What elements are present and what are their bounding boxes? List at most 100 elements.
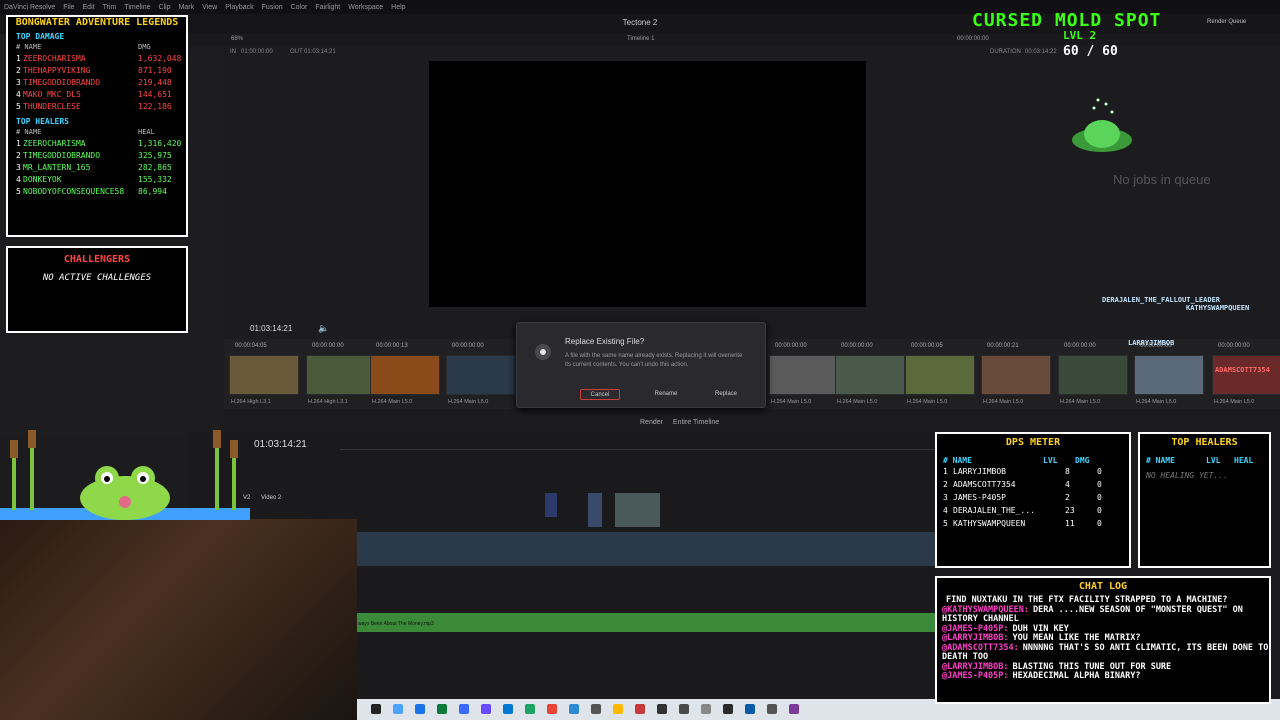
thumb-timecode: 00:00:00:05 xyxy=(911,343,943,349)
timeline-clip[interactable] xyxy=(615,493,660,527)
menu-item[interactable]: Workspace xyxy=(348,4,383,11)
taskbar-app-icon[interactable] xyxy=(679,704,689,714)
taskbar-app-icon[interactable] xyxy=(415,704,425,714)
taskbar-app-icon[interactable] xyxy=(481,704,491,714)
rank: 1 xyxy=(16,139,21,148)
taskbar-app-icon[interactable] xyxy=(701,704,711,714)
rank: 2 xyxy=(16,151,21,160)
taskbar-app-icon[interactable] xyxy=(613,704,623,714)
menu-item[interactable]: View xyxy=(202,4,217,11)
dps-name: LARRYJIMBOB xyxy=(953,467,1006,476)
taskbar-app-icon[interactable] xyxy=(393,704,403,714)
menu-item[interactable]: Mark xyxy=(179,4,195,11)
render-job-thumbnail[interactable] xyxy=(905,355,975,395)
dps-lvl: 4 xyxy=(1065,480,1070,489)
taskbar-app-icon[interactable] xyxy=(723,704,733,714)
thumb-timecode: 00:00:00:00 xyxy=(1218,343,1250,349)
timeline-ruler[interactable] xyxy=(340,440,935,450)
dps-n: 4 xyxy=(943,506,948,515)
render-job-thumbnail[interactable] xyxy=(1134,355,1204,395)
timeline-clip[interactable] xyxy=(545,493,557,517)
zoom-level[interactable]: 68% xyxy=(231,36,243,42)
chat-username: @JAMES-P405P: xyxy=(942,671,1009,681)
render-job-thumbnail[interactable] xyxy=(769,355,839,395)
boss-name: CURSED MOLD SPOT xyxy=(972,10,1162,31)
timeline-selector[interactable]: Timeline 1 xyxy=(627,36,654,42)
challengers-status: NO ACTIVE CHALLENGES xyxy=(42,273,152,283)
player-value: 219,448 xyxy=(138,78,172,87)
chat-username: @LARRYJIMBOB: xyxy=(942,633,1009,643)
render-job-thumbnail[interactable] xyxy=(1212,355,1280,395)
duration-value: 00:03:14:22 xyxy=(1025,49,1057,55)
taskbar-app-icon[interactable] xyxy=(767,704,777,714)
speaker-icon[interactable]: 🔈 xyxy=(318,323,329,334)
taskbar-app-icon[interactable] xyxy=(525,704,535,714)
menu-item[interactable]: Timeline xyxy=(124,4,150,11)
menu-item[interactable]: Help xyxy=(391,4,405,11)
player-value: 155,332 xyxy=(138,175,172,184)
render-job-thumbnail[interactable] xyxy=(981,355,1051,395)
dps-row: 5 KATHYSWAMPQUEEN 11 0 xyxy=(937,517,1129,530)
player-value: 1,316,420 xyxy=(138,139,182,148)
taskbar-app-icon[interactable] xyxy=(657,704,667,714)
menu-item[interactable]: Playback xyxy=(225,4,253,11)
dps-n: 5 xyxy=(943,519,948,528)
video-track-v1[interactable] xyxy=(357,532,935,566)
dps-dmg: 0 xyxy=(1097,480,1102,489)
dps-col-lvl: LVL xyxy=(1043,456,1058,465)
timeline-timecode: 01:03:14:21 xyxy=(254,439,307,450)
legends-col-dmg: DMG xyxy=(138,43,151,51)
dps-dmg: 0 xyxy=(1097,519,1102,528)
taskbar-app-icon[interactable] xyxy=(569,704,579,714)
thumb-codec-label: H.264 Main L5.0 xyxy=(983,399,1024,405)
audio-track-a1[interactable] xyxy=(357,613,935,632)
menu-item[interactable]: Color xyxy=(291,4,308,11)
taskbar-app-icon[interactable] xyxy=(459,704,469,714)
replace-button[interactable]: Replace xyxy=(706,389,746,400)
render-job-thumbnail[interactable] xyxy=(1058,355,1128,395)
taskbar-app-icon[interactable] xyxy=(789,704,799,714)
menu-item[interactable]: File xyxy=(63,4,74,11)
taskbar-app-icon[interactable] xyxy=(745,704,755,714)
dps-row: 1 LARRYJIMBOB 8 0 xyxy=(937,465,1129,478)
menu-item[interactable]: DaVinci Resolve xyxy=(4,4,55,11)
menu-item[interactable]: Edit xyxy=(83,4,95,11)
rank: 1 xyxy=(16,54,21,63)
webcam-feed xyxy=(0,519,357,720)
dps-n: 3 xyxy=(943,493,948,502)
cancel-button[interactable]: Cancel xyxy=(580,389,620,400)
thumb-timecode: 00:00:00:00 xyxy=(312,343,344,349)
healers-col-heal: HEAL xyxy=(1234,456,1254,465)
player-name: TIMEGODDIOBRANDO xyxy=(23,78,101,87)
render-job-thumbnail[interactable] xyxy=(370,355,440,395)
player-name: THEHAPPYVIKING xyxy=(23,66,91,75)
render-job-thumbnail[interactable] xyxy=(446,355,516,395)
taskbar-app-icon[interactable] xyxy=(547,704,557,714)
viewer-timecode: 00:00:00:00 xyxy=(957,36,989,42)
in-label: IN xyxy=(230,49,236,55)
taskbar-app-icon[interactable] xyxy=(371,704,381,714)
frog-icon xyxy=(0,430,250,520)
render-job-thumbnail[interactable] xyxy=(229,355,299,395)
thumb-codec-label: H.264 Main L5.0 xyxy=(1060,399,1101,405)
timeline-clip[interactable] xyxy=(588,493,602,527)
video-viewer[interactable] xyxy=(429,61,866,307)
render-range-select[interactable]: Entire Timeline xyxy=(673,419,719,426)
menu-item[interactable]: Trim xyxy=(103,4,117,11)
dps-row: 4 DERAJALEN_THE_... 23 0 xyxy=(937,504,1129,517)
render-label: Render xyxy=(640,419,663,426)
rename-button[interactable]: Rename xyxy=(646,389,686,400)
taskbar-app-icon[interactable] xyxy=(437,704,447,714)
healers-title: TOP HEALERS xyxy=(1140,434,1269,452)
chat-text: BLASTING THIS TUNE OUT FOR SURE xyxy=(1012,661,1172,672)
taskbar-app-icon[interactable] xyxy=(503,704,513,714)
render-job-thumbnail[interactable] xyxy=(835,355,905,395)
render-queue-label[interactable]: Render Queue xyxy=(1207,19,1246,25)
menu-item[interactable]: Clip xyxy=(159,4,171,11)
menu-item[interactable]: Fusion xyxy=(262,4,283,11)
menu-item[interactable]: Fairlight xyxy=(315,4,340,11)
player-name: THUNDERCLESE xyxy=(23,102,81,111)
render-job-thumbnail[interactable] xyxy=(306,355,376,395)
taskbar-app-icon[interactable] xyxy=(591,704,601,714)
taskbar-app-icon[interactable] xyxy=(635,704,645,714)
